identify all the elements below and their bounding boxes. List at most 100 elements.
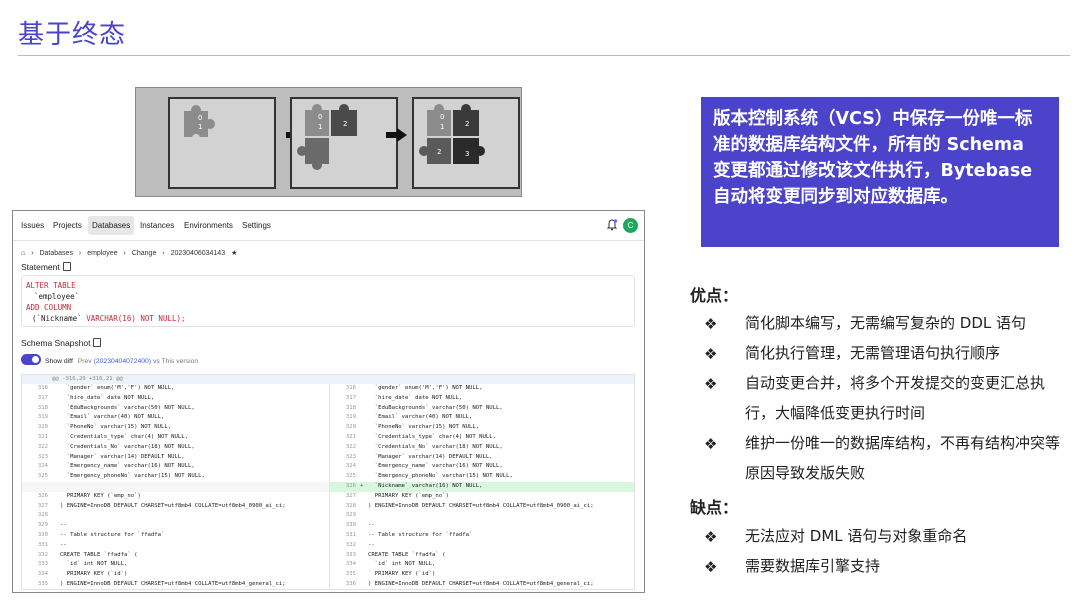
- line-number: 324: [345, 463, 356, 470]
- show-diff-label: Show diff: [45, 358, 73, 365]
- nav-instances[interactable]: Instances: [140, 221, 174, 230]
- nav-issues[interactable]: Issues: [21, 221, 44, 230]
- pro-item: 自动变更合并，将多个开发提交的变更汇总执行，大幅降低变更执行时间: [745, 374, 1046, 422]
- code-text: `Emergency_name` varchar(16) NOT NULL,: [60, 463, 195, 470]
- prev-version-link[interactable]: (20230404072400): [94, 358, 151, 365]
- piece-label: 2: [437, 148, 441, 156]
- title-divider: [18, 55, 1070, 56]
- code-token: NOT NULL);: [140, 314, 186, 323]
- line-number: 324: [37, 463, 48, 470]
- code-text: ) ENGINE=InnoDB DEFAULT CHARSET=utf8mb4 …: [368, 502, 594, 509]
- code-text: `Credentials_type` char(4) NOT NULL,: [60, 433, 188, 440]
- code-text: -- Table structure for `ffadfa`: [368, 531, 473, 538]
- piece-label: 0: [318, 113, 322, 121]
- schema-heading: Schema Snapshot: [21, 338, 102, 348]
- bytebase-app-screenshot: Issues Projects Databases Instances Envi…: [12, 210, 645, 593]
- line-number: 316: [345, 385, 356, 391]
- diff-line: 333 CREATE TABLE `ffadfa` (: [330, 551, 634, 561]
- code-text: `gender` enum('M','F') NOT NULL,: [60, 385, 175, 391]
- nav-environments[interactable]: Environments: [184, 221, 233, 230]
- schema-diff-view[interactable]: @@ -316,20 +316,21 @@ 316 `gender` enum(…: [21, 374, 635, 590]
- chevron-right-icon: ›: [78, 250, 82, 257]
- code-line: `employee`: [34, 292, 80, 301]
- code-text: ) ENGINE=InnoDB DEFAULT CHARSET=utf8mb4 …: [60, 580, 286, 587]
- pro-item: 简化执行管理，无需管理语句执行顺序: [745, 344, 1001, 362]
- star-icon[interactable]: ★: [231, 250, 237, 257]
- diff-line: 334 `id` int NOT NULL,: [330, 560, 634, 570]
- diff-right-column: 316 `gender` enum('M','F') NOT NULL, 317 …: [329, 384, 634, 589]
- diff-line: 320 `PhoneNo` varchar(15) NOT NULL,: [330, 423, 634, 433]
- code-text: --: [60, 522, 67, 529]
- diff-line: 322 `Credentials_No` varchar(18) NOT NUL…: [330, 443, 634, 453]
- line-number: 330: [345, 522, 356, 529]
- breadcrumb-employee[interactable]: employee: [87, 250, 117, 257]
- diff-line: 331 -- Table structure for `ffadfa`: [330, 531, 634, 541]
- avatar[interactable]: C: [623, 218, 638, 233]
- diff-hunk-header: @@ -316,20 +316,21 @@: [22, 375, 634, 384]
- nav-databases[interactable]: Databases: [88, 216, 135, 235]
- line-number: 319: [37, 414, 48, 421]
- copy-icon[interactable]: [62, 262, 71, 271]
- diff-line: 323 `Manager` varchar(14) DEFAULT NULL,: [22, 453, 329, 463]
- code-text: -- Table structure for `ffadfa`: [60, 531, 165, 538]
- diff-line: 326 PRIMARY KEY (`emp_no`): [22, 492, 329, 502]
- code-text: PRIMARY KEY (`emp_no`): [60, 492, 141, 499]
- code-text: PRIMARY KEY (`emp_no`): [368, 492, 449, 499]
- bullet-icon: ❖: [704, 315, 718, 333]
- breadcrumb-databases[interactable]: Databases: [39, 250, 72, 257]
- code-line: ALTER TABLE: [26, 281, 76, 290]
- diff-line: 320 `PhoneNo` varchar(15) NOT NULL,: [22, 423, 329, 433]
- code-text: CREATE TABLE `ffadfa` (: [60, 551, 138, 558]
- code-text: `Manager` varchar(14) DEFAULT NULL,: [368, 453, 493, 460]
- piece-label: 0: [198, 114, 202, 122]
- line-number: 325: [37, 473, 48, 480]
- piece-label: 1: [318, 123, 322, 131]
- line-number: 318: [345, 404, 356, 411]
- nav-projects[interactable]: Projects: [53, 221, 82, 230]
- code-text: --: [368, 522, 375, 529]
- line-number: 329: [37, 522, 48, 529]
- code-token: (`Nickname`: [32, 314, 82, 323]
- home-icon[interactable]: ⌂: [21, 250, 25, 257]
- diff-line: 318 `EduBackgrounds` varchar(50) NOT NUL…: [22, 404, 329, 414]
- code-text: --: [60, 541, 67, 548]
- diff-line: 332 CREATE TABLE `ffadfa` (: [22, 551, 329, 561]
- line-number: 321: [345, 433, 356, 440]
- code-text: --: [368, 541, 375, 548]
- code-text: `Email` varchar(40) NOT NULL,: [368, 414, 473, 421]
- show-diff-toggle[interactable]: [21, 354, 41, 365]
- diff-line: 324 `Emergency_name` varchar(16) NOT NUL…: [330, 462, 634, 472]
- piece-label: 1: [198, 123, 202, 131]
- diff-marker: +: [360, 482, 364, 489]
- bell-icon[interactable]: [606, 219, 618, 231]
- code-text: `Emergency_name` varchar(16) NOT NULL,: [368, 463, 503, 470]
- copy-icon[interactable]: [93, 338, 102, 347]
- diff-left-column: 316 `gender` enum('M','F') NOT NULL, 317 …: [22, 384, 329, 589]
- code-text: `Credentials_No` varchar(18) NOT NULL,: [368, 443, 503, 450]
- line-number: 322: [345, 443, 356, 450]
- diff-line: 316 `gender` enum('M','F') NOT NULL,: [330, 384, 634, 394]
- code-text: `hire_date` date NOT NULL,: [60, 394, 155, 401]
- statement-label: Statement: [21, 262, 60, 272]
- bullet-icon: ❖: [704, 528, 718, 546]
- breadcrumb: ⌂ › Databases › employee › Change › 2023…: [21, 249, 241, 257]
- diff-line: 333 `id` int NOT NULL,: [22, 560, 329, 570]
- code-text: `Email` varchar(40) NOT NULL,: [60, 414, 165, 421]
- line-number: 323: [37, 453, 48, 460]
- diff-line: 323 `Manager` varchar(14) DEFAULT NULL,: [330, 453, 634, 463]
- piece-label: 0: [440, 113, 444, 121]
- nav-settings[interactable]: Settings: [242, 221, 271, 230]
- diff-line: 334 PRIMARY KEY (`id`): [22, 570, 329, 580]
- line-number: 330: [37, 531, 48, 538]
- diff-line: 329: [330, 511, 634, 521]
- line-number: 327: [37, 502, 48, 509]
- line-number: 327: [345, 492, 356, 499]
- code-text: `id` int NOT NULL,: [368, 561, 436, 568]
- diff-line: 317 `hire_date` date NOT NULL,: [330, 394, 634, 404]
- statement-heading: Statement: [21, 262, 71, 272]
- line-number: 333: [345, 551, 356, 558]
- breadcrumb-change[interactable]: Change: [132, 250, 157, 257]
- code-text: ) ENGINE=InnoDB DEFAULT CHARSET=utf8mb4 …: [60, 502, 286, 509]
- summary-callout: 版本控制系统（VCS）中保存一份唯一标准的数据库结构文件，所有的 Schema …: [701, 97, 1059, 247]
- bullet-icon: ❖: [704, 345, 718, 363]
